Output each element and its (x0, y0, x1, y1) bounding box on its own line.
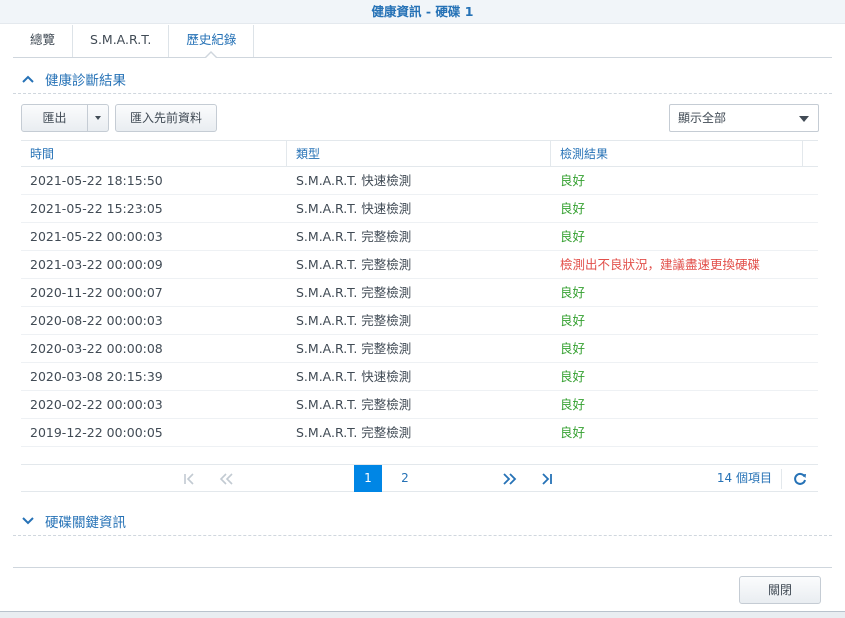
column-header-result[interactable]: 檢測結果 (551, 141, 803, 166)
cell-type: S.M.A.R.T. 完整檢測 (296, 229, 412, 244)
cell-time: 2020-03-22 00:00:08 (30, 341, 163, 356)
import-previous-data-button[interactable]: 匯入先前資料 (115, 104, 217, 132)
cell-result: 良好 (560, 285, 586, 300)
table-row[interactable]: 2021-03-22 00:00:09 S.M.A.R.T. 完整檢測 檢測出不良狀… (21, 251, 818, 279)
page-2-button[interactable]: 2 (393, 465, 417, 492)
table-row[interactable]: 2020-11-22 00:00:07 S.M.A.R.T. 完整檢測 良好 (21, 279, 818, 307)
next-page-icon[interactable] (499, 465, 521, 492)
tab-smart[interactable]: S.M.A.R.T. (73, 25, 170, 57)
first-page-icon[interactable] (179, 465, 199, 492)
cell-result: 良好 (560, 201, 586, 216)
refresh-icon[interactable] (792, 471, 808, 487)
cell-result: 良好 (560, 173, 586, 188)
cell-type: S.M.A.R.T. 完整檢測 (296, 425, 412, 440)
chevron-down-icon (21, 514, 39, 528)
pager-divider (781, 469, 782, 489)
dialog-footer: 關閉 (13, 567, 832, 612)
cell-type: S.M.A.R.T. 完整檢測 (296, 397, 412, 412)
cell-time: 2019-12-22 00:00:05 (30, 425, 163, 440)
cell-result: 良好 (560, 397, 586, 412)
table-row[interactable]: 2020-03-22 00:00:08 S.M.A.R.T. 完整檢測 良好 (21, 335, 818, 363)
cell-type: S.M.A.R.T. 完整檢測 (296, 257, 412, 272)
table-row[interactable]: 2021-05-22 15:23:05 S.M.A.R.T. 快速檢測 良好 (21, 195, 818, 223)
close-button[interactable]: 關閉 (739, 576, 821, 604)
last-page-icon[interactable] (537, 465, 557, 492)
table-row[interactable]: 2020-02-22 00:00:03 S.M.A.R.T. 完整檢測 良好 (21, 391, 818, 419)
cell-time: 2020-08-22 00:00:03 (30, 313, 163, 328)
cell-type: S.M.A.R.T. 快速檢測 (296, 369, 412, 384)
cell-time: 2021-05-22 18:15:50 (30, 173, 163, 188)
cell-result: 良好 (560, 341, 586, 356)
dialog-title: 健康資訊 - 硬碟 1 (0, 0, 845, 24)
toolbar: 匯出 匯入先前資料 顯示全部 (21, 104, 819, 132)
tab-bar: 總覽 S.M.A.R.T. 歷史紀錄 (13, 25, 832, 59)
tab-overview[interactable]: 總覽 (13, 25, 74, 57)
cell-result: 良好 (560, 313, 586, 328)
cell-type: S.M.A.R.T. 完整檢測 (296, 285, 412, 300)
filter-select[interactable]: 顯示全部 (669, 104, 819, 132)
cell-result: 良好 (560, 229, 586, 244)
cell-result: 良好 (560, 425, 586, 440)
cell-time: 2021-05-22 00:00:03 (30, 229, 163, 244)
previous-page-icon[interactable] (215, 465, 237, 492)
caret-down-icon (95, 116, 101, 120)
section-health-title: 健康診斷結果 (45, 73, 126, 89)
table-body: 2021-05-22 18:15:50 S.M.A.R.T. 快速檢測 良好 2021… (21, 167, 818, 447)
cell-time: 2020-11-22 00:00:07 (30, 285, 163, 300)
column-header-time[interactable]: 時間 (21, 141, 287, 166)
column-header-type[interactable]: 類型 (287, 141, 551, 166)
table-row[interactable]: 2021-05-22 18:15:50 S.M.A.R.T. 快速檢測 良好 (21, 167, 818, 195)
cell-type: S.M.A.R.T. 完整檢測 (296, 341, 412, 356)
section-disk-info-title: 硬碟關鍵資訊 (45, 515, 126, 531)
cell-time: 2020-03-08 20:15:39 (30, 369, 163, 384)
cell-type: S.M.A.R.T. 快速檢測 (296, 201, 412, 216)
cell-time: 2021-03-22 00:00:09 (30, 257, 163, 272)
pagination-bar: 1 2 14 個項目 (21, 464, 818, 492)
cell-time: 2020-02-22 00:00:03 (30, 397, 163, 412)
history-table: 時間 類型 檢測結果 2021-05-22 18:15:50 S.M.A.R.T.… (21, 140, 818, 447)
page-1-button[interactable]: 1 (354, 465, 382, 492)
health-info-dialog: 健康資訊 - 硬碟 1 總覽 S.M.A.R.T. 歷史紀錄 健康診斷結果 匯出… (0, 0, 845, 612)
background-window-edge (0, 612, 845, 618)
cell-result: 良好 (560, 369, 586, 384)
table-header: 時間 類型 檢測結果 (21, 140, 818, 167)
cell-result: 檢測出不良狀況，建議盡速更換硬碟 (560, 257, 761, 272)
cell-type: S.M.A.R.T. 完整檢測 (296, 313, 412, 328)
export-dropdown-button[interactable] (87, 104, 109, 132)
tab-history[interactable]: 歷史紀錄 (169, 25, 255, 59)
filter-select-value: 顯示全部 (678, 111, 727, 125)
table-row[interactable]: 2021-05-22 00:00:03 S.M.A.R.T. 完整檢測 良好 (21, 223, 818, 251)
cell-type: S.M.A.R.T. 快速檢測 (296, 173, 412, 188)
chevron-up-icon (21, 72, 39, 86)
dropdown-arrow-icon (799, 116, 809, 122)
table-row[interactable]: 2019-12-22 00:00:05 S.M.A.R.T. 完整檢測 良好 (21, 419, 818, 447)
item-count: 14 個項目 (716, 471, 772, 485)
column-header-spacer (803, 141, 818, 166)
cell-time: 2021-05-22 15:23:05 (30, 201, 163, 216)
table-row[interactable]: 2020-03-08 20:15:39 S.M.A.R.T. 快速檢測 良好 (21, 363, 818, 391)
export-button[interactable]: 匯出 (21, 104, 88, 132)
table-row[interactable]: 2020-08-22 00:00:03 S.M.A.R.T. 完整檢測 良好 (21, 307, 818, 335)
section-health-results[interactable]: 健康診斷結果 (13, 68, 832, 94)
section-disk-key-info[interactable]: 硬碟關鍵資訊 (13, 510, 832, 536)
